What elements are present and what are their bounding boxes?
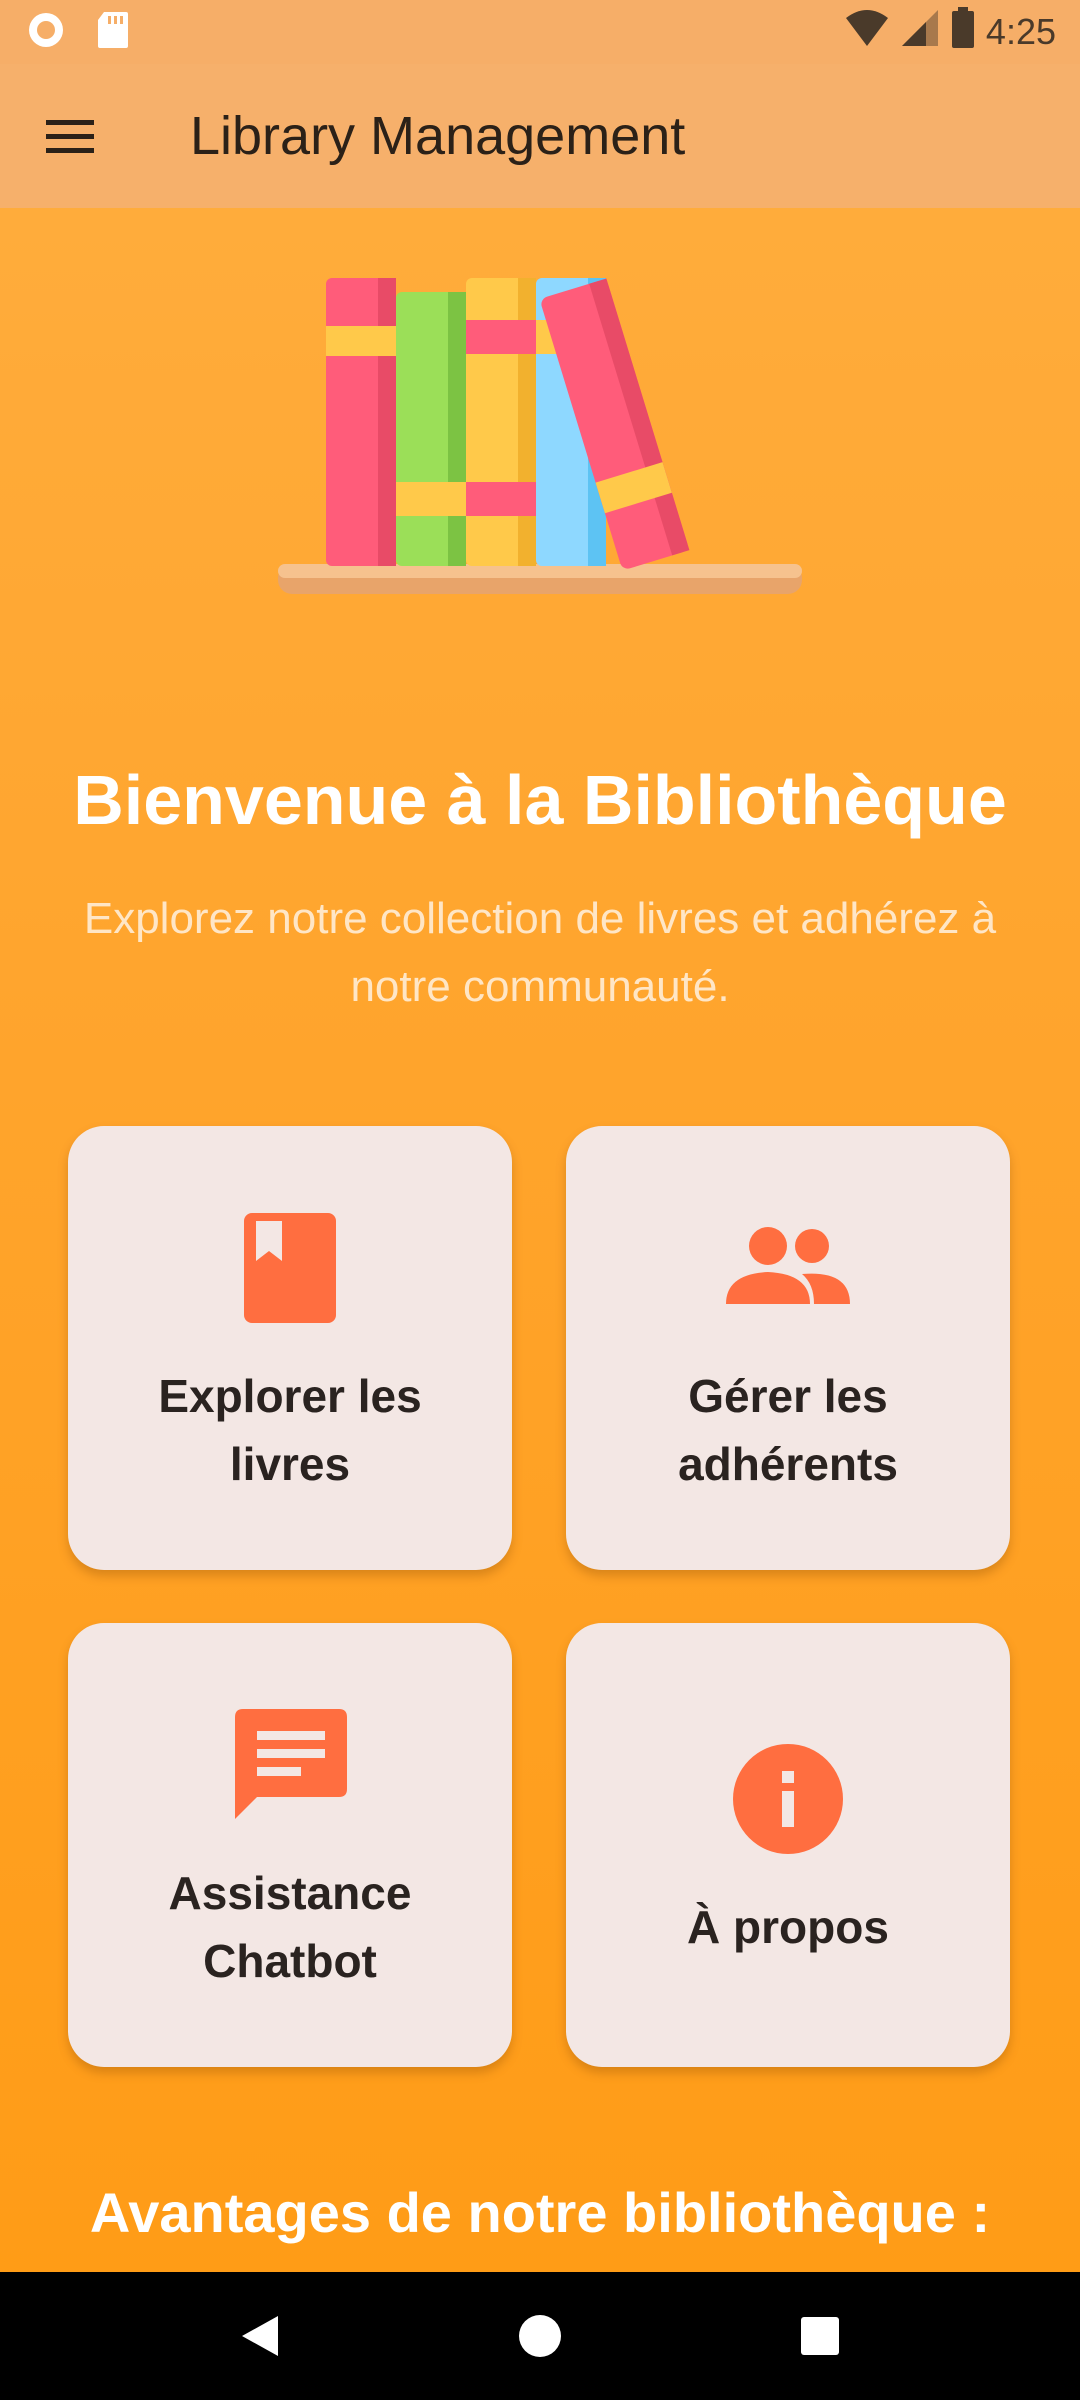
welcome-subtitle: Explorez notre collection de livres et a…	[83, 894, 997, 1011]
sd-card-icon	[96, 10, 130, 55]
app-bar: Library Management	[0, 64, 1080, 208]
wifi-icon	[844, 8, 890, 57]
status-time: 4:25	[985, 11, 1056, 52]
status-right: 4:25	[844, 6, 1056, 58]
chatbot-card[interactable]: Assistance Chatbot	[68, 1623, 512, 2067]
explore-books-card[interactable]: Explorer les livres	[68, 1126, 512, 1570]
recents-icon[interactable]	[772, 2288, 868, 2384]
battery-icon	[950, 6, 976, 58]
system-nav-bar	[0, 2272, 1080, 2400]
card-label: Gérer les adhérents	[678, 1370, 898, 1490]
books-illustration	[270, 270, 810, 610]
card-label: Explorer les livres	[158, 1370, 422, 1490]
welcome-title: Bienvenue à la Bibliothèque	[73, 761, 1007, 839]
status-bar: 4:25	[0, 0, 1080, 64]
back-icon[interactable]	[212, 2288, 308, 2384]
info-icon	[718, 1729, 858, 1869]
hamburger-menu-icon[interactable]	[0, 64, 144, 208]
app-title: Library Management	[190, 106, 686, 166]
book-icon	[220, 1198, 360, 1338]
home-icon[interactable]	[492, 2288, 588, 2384]
status-left	[26, 10, 130, 55]
signal-icon	[900, 8, 940, 57]
notification-circle-icon	[26, 10, 66, 55]
card-label: À propos	[687, 1901, 889, 1953]
card-label: Assistance Chatbot	[168, 1867, 412, 1987]
people-icon	[718, 1198, 858, 1338]
about-card[interactable]: À propos	[566, 1623, 1010, 2067]
chat-icon	[220, 1695, 360, 1835]
manage-members-card[interactable]: Gérer les adhérents	[566, 1126, 1010, 1570]
advantages-title: Avantages de notre bibliothèque :	[89, 2181, 991, 2244]
